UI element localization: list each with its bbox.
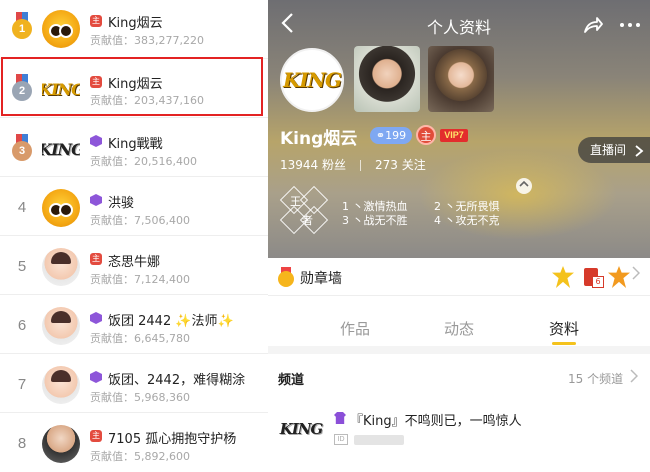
profile-avatar[interactable]: KING (280, 48, 344, 112)
share-icon[interactable] (582, 14, 604, 36)
live-room-button[interactable]: 直播间 (578, 137, 650, 163)
active-tab-indicator (552, 342, 576, 345)
level-tag (90, 371, 102, 383)
rank-number: 2 (12, 81, 32, 101)
motto-line: 4 丶攻无不克 (434, 214, 500, 227)
rank-number: 4 (17, 199, 27, 216)
tab-works[interactable]: 作品 (340, 318, 370, 339)
host-tag: 主 (90, 15, 102, 27)
vip-badge: VIP7 (440, 129, 468, 142)
user-name: King戰戰 (108, 137, 163, 152)
contribution-value: 贡献值：5,968,360 (90, 391, 190, 404)
chevron-up-icon[interactable] (516, 178, 532, 194)
leaderboard-row[interactable]: 4 洪骏 贡献值：7,506,400 (0, 177, 268, 236)
profile-photo[interactable] (428, 46, 494, 112)
avatar[interactable]: KING (42, 130, 80, 168)
user-name: 饭团、2442，难得糊涂 (108, 373, 246, 388)
avatar[interactable] (42, 307, 80, 345)
id-label: ID (334, 434, 348, 445)
leaderboard-row[interactable]: 3 KING King戰戰 贡献值：20,516,400 (0, 118, 268, 177)
shirt-icon (334, 412, 346, 424)
medal-icon (278, 267, 294, 287)
level-tag (90, 312, 102, 324)
medal-wall[interactable]: 勋章墙 (268, 258, 650, 296)
fans-count[interactable]: 13944 粉丝 (280, 158, 346, 172)
avatar[interactable] (42, 366, 80, 404)
user-name: 饭团 2442 ✨法师✨ (108, 314, 234, 329)
follow-stats: 13944 粉丝 273 关注 (280, 156, 426, 173)
level-tag (90, 194, 102, 206)
screenshot-root: 1 主 King烟云 贡献值：383,277,220 2 KING 主 King… (0, 0, 650, 472)
profile-page: 个人资料 KING King烟云 ⚭199 主 VIP7 13944 粉丝 273… (268, 0, 650, 472)
avatar[interactable]: KING (42, 70, 80, 108)
channel-id-redacted (354, 435, 404, 445)
title-emblem: 王 者 (279, 185, 329, 235)
host-tag: 主 (90, 430, 102, 442)
level-tag (90, 135, 102, 147)
rank-number: 3 (12, 141, 32, 161)
tab-activity[interactable]: 动态 (444, 318, 474, 339)
chevron-right-icon (635, 144, 644, 157)
channel-section-header[interactable]: 频道 15 个频道 (268, 354, 650, 398)
medal-wall-label: 勋章墙 (300, 271, 342, 287)
profile-user-name: King烟云 (280, 129, 358, 149)
leaderboard-row[interactable]: 2 KING 主 King烟云 贡献值：203,437,160 (0, 59, 268, 118)
rank-number: 8 (17, 435, 27, 452)
avatar[interactable] (42, 189, 80, 227)
contribution-value: 贡献值：203,437,160 (90, 94, 204, 107)
channel-item[interactable]: KING 『King』不鸣则已，一鸣惊人 ID (268, 398, 650, 472)
host-badge: 主 (416, 125, 436, 145)
contribution-leaderboard: 1 主 King烟云 贡献值：383,277,220 2 KING 主 King… (0, 0, 268, 472)
level-badge: ⚭199 (370, 127, 412, 144)
gold-medal-icon: 1 (10, 12, 34, 42)
contribution-value: 贡献值：7,506,400 (90, 214, 190, 227)
contribution-value: 贡献值：7,124,400 (90, 273, 190, 286)
star-badge-icon (552, 266, 574, 288)
avatar[interactable] (42, 10, 80, 48)
section-divider (268, 346, 650, 354)
channel-thumbnail: KING (279, 420, 324, 438)
rank-number: 7 (17, 376, 27, 393)
silver-medal-icon: 2 (10, 74, 34, 104)
bronze-medal-icon: 3 (10, 134, 34, 164)
channel-title: 频道 (278, 373, 305, 388)
contribution-value: 贡献值：5,892,600 (90, 450, 190, 463)
leaderboard-row[interactable]: 5 主 忞思牛娜 贡献值：7,124,400 (0, 236, 268, 295)
profile-photo[interactable] (354, 46, 420, 112)
rank-number: 1 (12, 19, 32, 39)
channel-count[interactable]: 15 个频道 (568, 370, 623, 387)
rank-number: 6 (17, 317, 27, 334)
contribution-value: 贡献值：20,516,400 (90, 155, 197, 168)
chevron-right-icon (632, 266, 641, 284)
following-count[interactable]: 273 关注 (375, 158, 426, 172)
leaderboard-row[interactable]: 8 主 7105 孤心拥抱守护杨 贡献值：5,892,600 (0, 413, 268, 472)
motto-line: 3 丶战无不胜 (342, 214, 408, 227)
user-name: 忞思牛娜 (108, 255, 161, 270)
leaderboard-row[interactable]: 6 饭团 2442 ✨法师✨ 贡献值：6,645,780 (0, 295, 268, 354)
calendar-badge-icon (580, 266, 604, 288)
rank-number: 5 (17, 258, 27, 275)
channel-name: 『King』不鸣则已，一鸣惊人 (350, 414, 522, 429)
contribution-value: 贡献值：383,277,220 (90, 34, 204, 47)
user-name: King烟云 (108, 77, 163, 92)
tab-profile-info[interactable]: 资料 (549, 318, 579, 339)
user-name: 洪骏 (108, 196, 135, 211)
star-badge-icon (608, 266, 630, 288)
user-name: King烟云 (108, 16, 163, 31)
avatar[interactable] (42, 248, 80, 286)
host-tag: 主 (90, 253, 102, 265)
user-name: 7105 孤心拥抱守护杨 (108, 432, 237, 447)
profile-tabs: 作品 动态 资料 (268, 312, 650, 345)
contribution-value: 贡献值：6,645,780 (90, 332, 190, 345)
more-dots-icon[interactable] (618, 14, 642, 36)
leaderboard-row[interactable]: 1 主 King烟云 贡献值：383,277,220 (0, 0, 268, 59)
leaderboard-row[interactable]: 7 饭团、2442，难得糊涂 贡献值：5,968,360 (0, 354, 268, 413)
avatar[interactable] (42, 425, 80, 463)
host-tag: 主 (90, 76, 102, 88)
chevron-right-icon (630, 369, 639, 387)
